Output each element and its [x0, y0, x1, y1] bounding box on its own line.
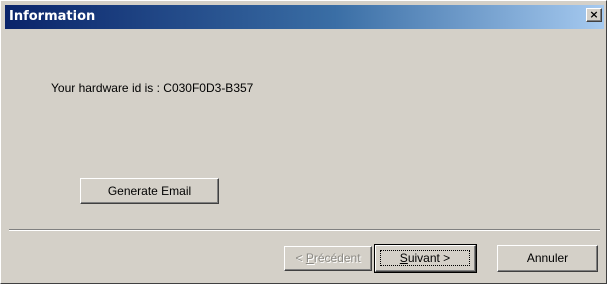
hardware-id-message: Your hardware id is : C030F0D3-B357	[51, 81, 254, 95]
previous-button[interactable]: < Précédent	[284, 246, 372, 271]
window-title: Information	[9, 9, 96, 24]
generate-email-button[interactable]: Generate Email	[80, 178, 219, 204]
next-button[interactable]: Suivant >	[374, 244, 477, 273]
previous-button-label: récédent	[313, 251, 361, 265]
next-button-focus-rect: Suivant >	[380, 250, 470, 266]
title-bar[interactable]: Information ×	[5, 5, 604, 29]
separator-line	[9, 229, 600, 231]
cancel-button[interactable]: Annuler	[497, 245, 598, 272]
close-icon[interactable]: ×	[586, 8, 602, 22]
previous-button-prefix: <	[295, 251, 306, 265]
next-button-mnemonic: S	[399, 251, 408, 265]
next-button-label: uivant >	[407, 251, 451, 265]
previous-button-mnemonic: P	[305, 251, 314, 265]
information-dialog: Information × Your hardware id is : C030…	[0, 0, 607, 284]
